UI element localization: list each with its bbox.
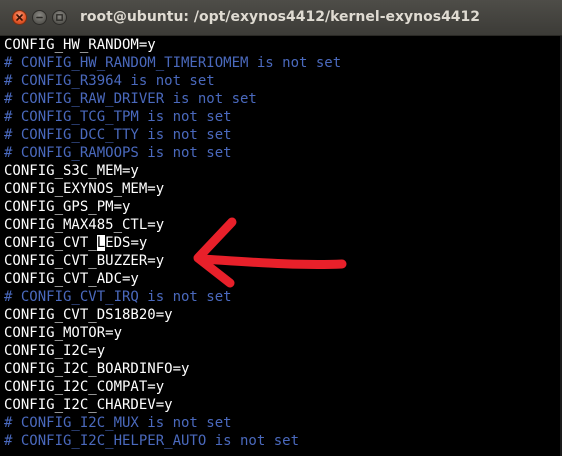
terminal-line: CONFIG_I2C_COMPAT=y: [4, 379, 165, 395]
close-icon: [16, 14, 23, 21]
text-cursor: L: [96, 235, 106, 251]
terminal-line-comment: # CONFIG_I2C_HELPER_AUTO is not set: [4, 433, 300, 449]
terminal-line: CONFIG_CVT_DS18B20=y: [4, 307, 173, 323]
minimize-icon: [36, 16, 43, 19]
terminal-line-comment: # CONFIG_RAMOOPS is not set: [4, 145, 232, 161]
terminal-line: CONFIG_EXYNOS_MEM=y: [4, 181, 165, 197]
title-bar[interactable]: root@ubuntu: /opt/exynos4412/kernel-exyn…: [0, 0, 562, 36]
terminal-line-comment: # CONFIG_RAW_DRIVER is not set: [4, 91, 257, 107]
terminal-line: CONFIG_CVT_BUZZER=y: [4, 253, 165, 269]
terminal-line: CONFIG_CVT_ADC=y: [4, 271, 139, 287]
terminal-line: CONFIG_I2C_BOARDINFO=y: [4, 361, 190, 377]
minimize-button[interactable]: [32, 10, 47, 25]
terminal-line-comment: # CONFIG_R3964 is not set: [4, 73, 215, 89]
terminal-line-comment: # CONFIG_TCG_TPM is not set: [4, 109, 232, 125]
terminal-line: CONFIG_I2C=y: [4, 343, 106, 359]
terminal-line-comment: # CONFIG_I2C_MUX is not set: [4, 415, 232, 431]
terminal-line-comment: # CONFIG_CVT_IRQ is not set: [4, 289, 232, 305]
maximize-button[interactable]: [52, 10, 67, 25]
terminal-line: CONFIG_S3C_MEM=y: [4, 163, 139, 179]
terminal-line: CONFIG_GPS_PM=y: [4, 199, 131, 215]
close-button[interactable]: [12, 10, 27, 25]
terminal-line-comment: # CONFIG_DCC_TTY is not set: [4, 127, 232, 143]
terminal-output[interactable]: CONFIG_HW_RANDOM=y # CONFIG_HW_RANDOM_TIM…: [4, 36, 560, 454]
terminal-line: CONFIG_CVT_LEDS=y: [4, 235, 148, 251]
window-title: root@ubuntu: /opt/exynos4412/kernel-exyn…: [80, 9, 481, 25]
terminal-line: CONFIG_I2C_CHARDEV=y: [4, 397, 173, 413]
terminal-line: CONFIG_MOTOR=y: [4, 325, 123, 341]
maximize-icon: [56, 14, 63, 21]
terminal-line: CONFIG_HW_RANDOM=y: [4, 37, 156, 53]
terminal-line: CONFIG_MAX485_CTL=y: [4, 217, 165, 233]
terminal-window: root@ubuntu: /opt/exynos4412/kernel-exyn…: [0, 0, 562, 456]
terminal-line-comment: # CONFIG_HW_RANDOM_TIMERIOMEM is not set: [4, 55, 342, 71]
